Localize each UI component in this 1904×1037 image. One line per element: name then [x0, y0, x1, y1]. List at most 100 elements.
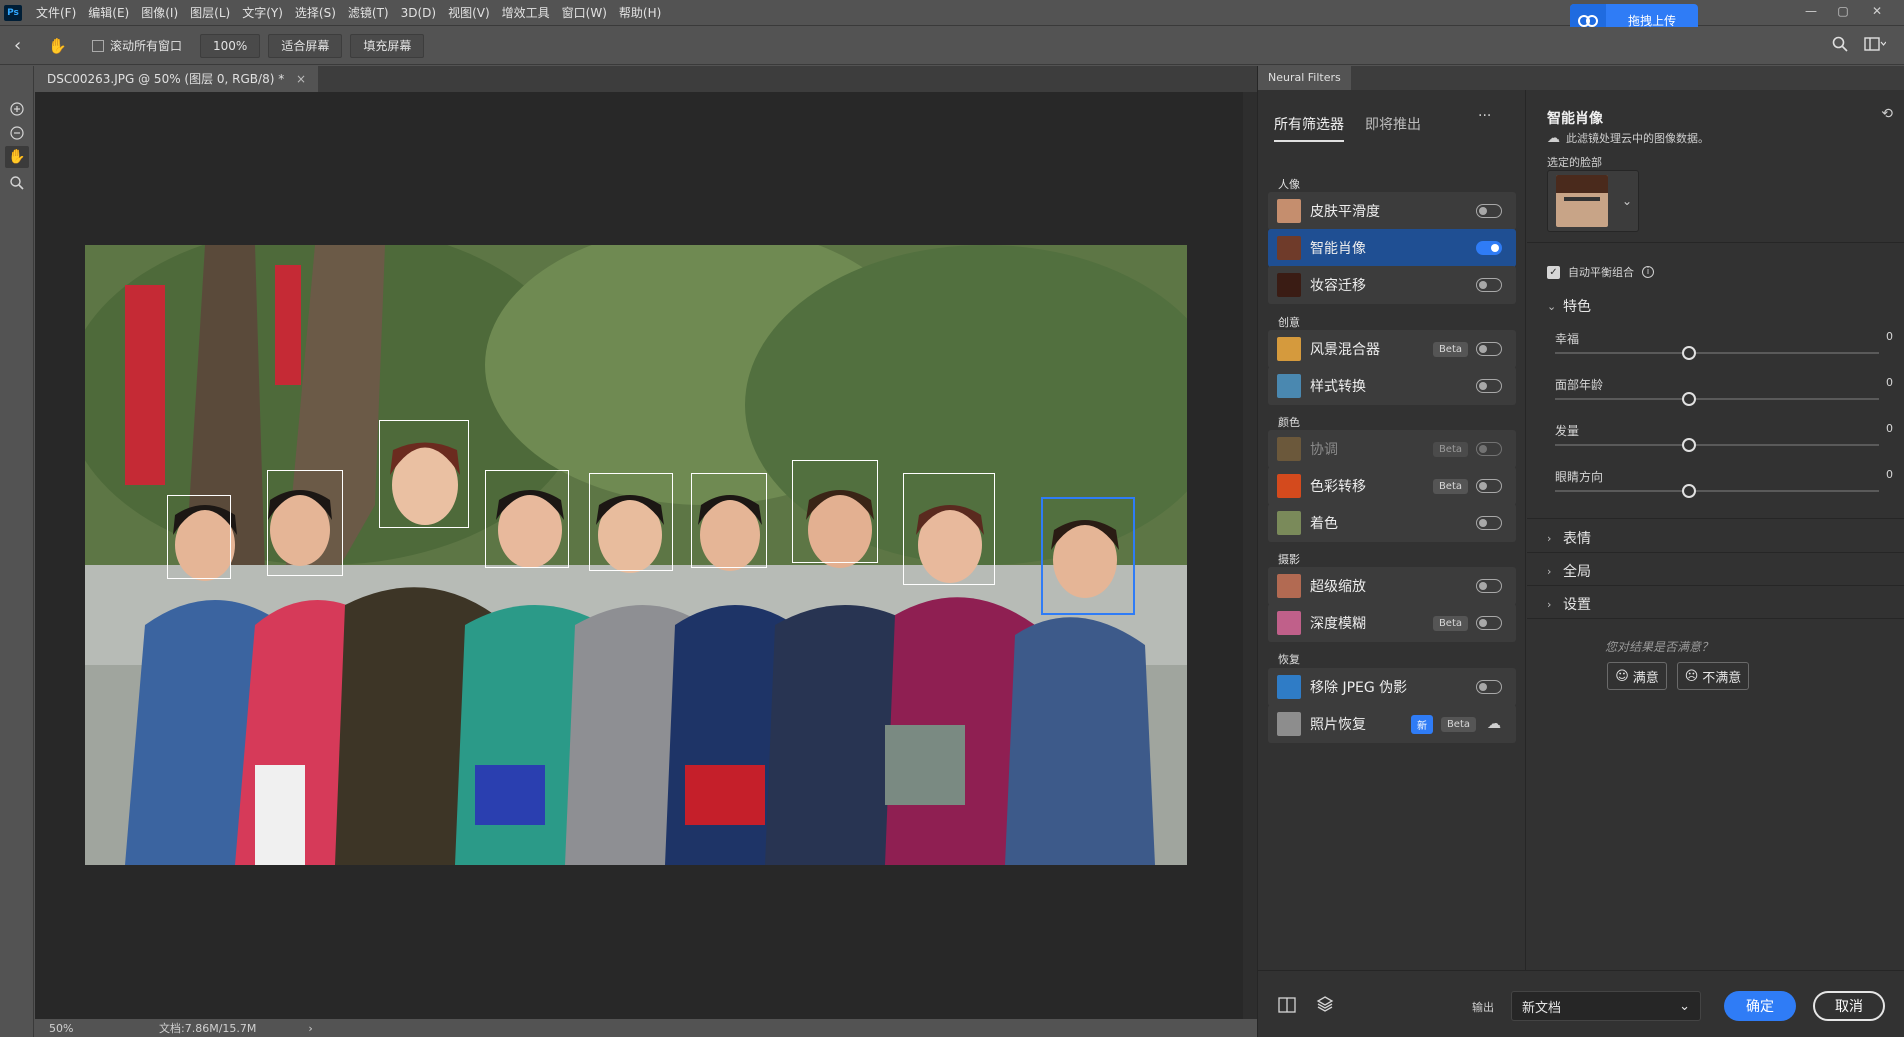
fill-screen-button[interactable]: 填充屏幕 [350, 33, 425, 58]
filter-jpeg-artifacts[interactable]: 移除 JPEG 伪影 [1268, 668, 1516, 706]
status-expand-icon[interactable]: › [308, 1022, 312, 1035]
info-icon[interactable]: i [1642, 266, 1654, 278]
filter-super-zoom[interactable]: 超级缩放 [1268, 567, 1516, 605]
slider-knob[interactable] [1682, 484, 1696, 498]
close-window-icon[interactable]: ✕ [1864, 0, 1890, 22]
slider-track[interactable] [1555, 490, 1879, 492]
layers-icon[interactable] [1316, 995, 1334, 1016]
selected-face-box[interactable] [1041, 497, 1135, 615]
toggle-switch[interactable] [1476, 680, 1502, 694]
face-box[interactable] [691, 473, 767, 568]
back-arrow-icon[interactable]: ‹ [14, 35, 34, 56]
document-size: 文档:7.86M/15.7M [159, 1022, 257, 1035]
output-select[interactable]: 新文档 ⌄ [1511, 991, 1701, 1021]
settings-section-header[interactable]: › 设置 [1547, 594, 1591, 614]
scroll-all-windows-checkbox[interactable]: 滚动所有窗口 [92, 37, 182, 54]
zoom-in-icon[interactable] [5, 98, 29, 120]
global-section-header[interactable]: › 全局 [1547, 561, 1591, 581]
toggle-switch[interactable] [1476, 442, 1502, 456]
slider-knob[interactable] [1682, 438, 1696, 452]
checkbox-box[interactable] [92, 39, 104, 52]
menu-edit[interactable]: 编辑(E) [82, 0, 135, 26]
ok-button[interactable]: 确定 [1724, 991, 1796, 1021]
face-box[interactable] [167, 495, 231, 579]
menu-view[interactable]: 视图(V) [442, 0, 496, 26]
toggle-switch[interactable] [1476, 278, 1502, 292]
menu-type[interactable]: 文字(Y) [236, 0, 289, 26]
menu-file[interactable]: 文件(F) [30, 0, 82, 26]
zoom-level[interactable]: 50% [49, 1022, 109, 1035]
zoom-out-icon[interactable] [5, 122, 29, 144]
divider [1527, 518, 1904, 519]
chevron-down-icon[interactable]: ⌄ [1622, 194, 1632, 208]
hand-icon[interactable]: ✋ [5, 146, 29, 168]
tab-all-filters[interactable]: 所有筛选器 [1274, 114, 1344, 142]
compare-view-icon[interactable] [1278, 997, 1296, 1016]
reset-icon[interactable]: ⟲ [1881, 106, 1893, 122]
face-box[interactable] [267, 470, 343, 576]
canvas-area[interactable] [35, 92, 1257, 1019]
slider-knob[interactable] [1682, 392, 1696, 406]
slider-knob[interactable] [1682, 346, 1696, 360]
slider-track[interactable] [1555, 444, 1879, 446]
menu-3d[interactable]: 3D(D) [395, 0, 442, 26]
face-box[interactable] [792, 460, 878, 563]
toggle-switch[interactable] [1476, 479, 1502, 493]
panel-title-tab[interactable]: Neural Filters [1258, 66, 1351, 90]
menu-help[interactable]: 帮助(H) [613, 0, 667, 26]
menu-plugins[interactable]: 增效工具 [496, 0, 556, 26]
filter-skin-smoothing[interactable]: 皮肤平滑度 [1268, 192, 1516, 230]
more-options-icon[interactable]: ··· [1478, 108, 1491, 124]
face-box[interactable] [379, 420, 469, 528]
zoom-100-button[interactable]: 100% [200, 33, 261, 58]
auto-balance-row[interactable]: ✓ 自动平衡组合 i [1547, 264, 1654, 280]
filter-landscape-mixer[interactable]: 风景混合器 Beta [1268, 330, 1516, 368]
workspace-icon[interactable] [1864, 37, 1887, 54]
vertical-scrollbar[interactable] [1243, 92, 1257, 1019]
tab-coming-soon[interactable]: 即将推出 [1365, 114, 1421, 140]
face-box[interactable] [903, 473, 995, 585]
menu-filter[interactable]: 滤镜(T) [342, 0, 395, 26]
toggle-switch[interactable] [1476, 516, 1502, 530]
toggle-switch[interactable] [1476, 379, 1502, 393]
featured-section-header[interactable]: ⌄ 特色 [1547, 296, 1591, 316]
menu-window[interactable]: 窗口(W) [556, 0, 613, 26]
cancel-button[interactable]: 取消 [1813, 991, 1885, 1021]
close-tab-icon[interactable]: × [296, 72, 306, 86]
toggle-switch[interactable] [1476, 579, 1502, 593]
slider-track[interactable] [1555, 352, 1879, 354]
slider-track[interactable] [1555, 398, 1879, 400]
unsatisfied-button[interactable]: ☹ 不满意 [1677, 662, 1749, 690]
satisfied-button[interactable]: ☺ 满意 [1607, 662, 1667, 690]
filter-photo-restoration[interactable]: 照片恢复 新 Beta ☁ [1268, 705, 1516, 743]
search-icon[interactable] [1832, 36, 1848, 56]
category-portrait: 人像 [1278, 178, 1300, 191]
menu-select[interactable]: 选择(S) [289, 0, 342, 26]
document-tab[interactable]: DSC00263.JPG @ 50% (图层 0, RGB/8) * × [35, 66, 319, 92]
toggle-switch[interactable] [1476, 616, 1502, 630]
face-box[interactable] [485, 470, 569, 568]
toggle-switch[interactable] [1476, 241, 1502, 255]
cloud-download-icon[interactable]: ☁ [1484, 716, 1504, 732]
toggle-switch[interactable] [1476, 204, 1502, 218]
filter-colorize[interactable]: 着色 [1268, 504, 1516, 542]
fit-screen-button[interactable]: 适合屏幕 [268, 33, 343, 58]
filter-makeup-transfer[interactable]: 妆容迁移 [1268, 266, 1516, 304]
filter-name: 深度模糊 [1310, 616, 1366, 632]
minimize-icon[interactable]: — [1798, 0, 1824, 22]
menu-image[interactable]: 图像(I) [135, 0, 184, 26]
checkbox-checked[interactable]: ✓ [1547, 265, 1560, 279]
filter-harmonization[interactable]: 协调 Beta [1268, 430, 1516, 468]
filter-depth-blur[interactable]: 深度模糊 Beta [1268, 604, 1516, 642]
filter-style-transfer[interactable]: 样式转换 [1268, 367, 1516, 405]
filter-color-transfer[interactable]: 色彩转移 Beta [1268, 467, 1516, 505]
expression-section-header[interactable]: › 表情 [1547, 528, 1591, 548]
face-box[interactable] [589, 473, 673, 571]
settings-title: 智能肖像 [1547, 111, 1603, 127]
menu-layer[interactable]: 图层(L) [184, 0, 236, 26]
maximize-icon[interactable]: ▢ [1830, 0, 1856, 22]
magnifier-icon[interactable] [5, 172, 29, 194]
filter-smart-portrait[interactable]: 智能肖像 [1268, 229, 1516, 267]
toggle-switch[interactable] [1476, 342, 1502, 356]
face-selector[interactable]: ⌄ [1547, 170, 1639, 232]
